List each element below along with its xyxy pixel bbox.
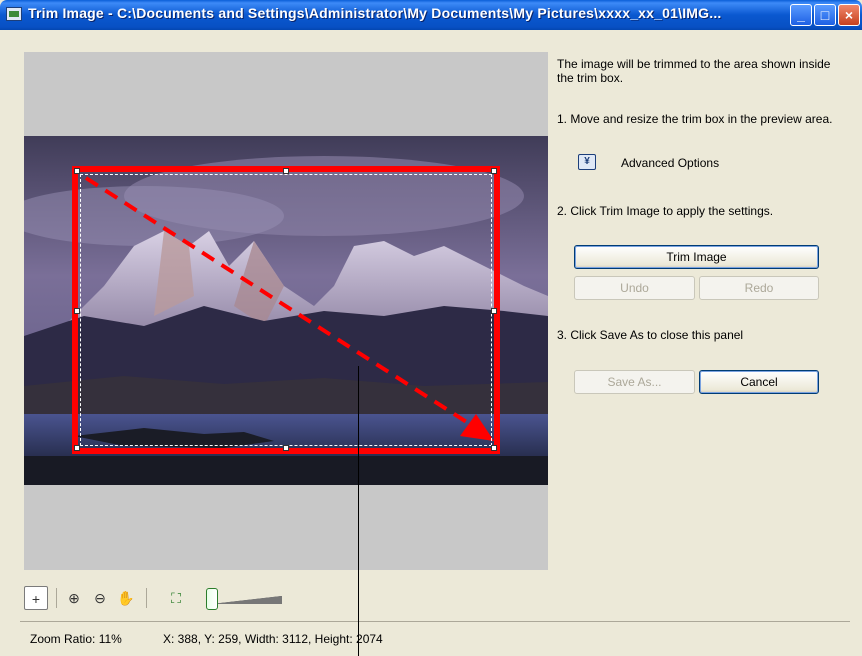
- trim-handle-right[interactable]: [491, 308, 497, 314]
- trim-handle-top-left[interactable]: [74, 168, 80, 174]
- trim-handle-top-right[interactable]: [491, 168, 497, 174]
- title-bar[interactable]: Trim Image - C:\Documents and Settings\A…: [0, 0, 862, 30]
- expand-chevron-icon[interactable]: ¥: [578, 154, 596, 170]
- hand-pan-icon[interactable]: ✋: [114, 586, 138, 610]
- selection-status: X: 388, Y: 259, Width: 3112, Height: 207…: [163, 632, 383, 646]
- trim-handle-bottom[interactable]: [283, 445, 289, 451]
- toolbar-separator: [146, 588, 147, 608]
- app-icon: [6, 7, 22, 21]
- redo-button[interactable]: Redo: [699, 276, 819, 300]
- preview-area[interactable]: [24, 52, 548, 570]
- zoom-slider-track[interactable]: [212, 596, 282, 604]
- callout-line: [358, 366, 359, 656]
- fit-to-window-icon[interactable]: ⛶: [164, 586, 188, 610]
- trim-tool-icon[interactable]: +: [24, 586, 48, 610]
- step2-text: 2. Click Trim Image to apply the setting…: [557, 204, 774, 218]
- zoom-in-icon[interactable]: ⊕: [62, 586, 86, 610]
- trim-box[interactable]: [72, 166, 500, 454]
- trim-image-button[interactable]: Trim Image: [574, 245, 819, 269]
- trim-handle-bottom-left[interactable]: [74, 445, 80, 451]
- trim-handle-left[interactable]: [74, 308, 80, 314]
- close-button[interactable]: ×: [838, 4, 860, 26]
- undo-button[interactable]: Undo: [574, 276, 695, 300]
- save-as-button[interactable]: Save As...: [574, 370, 695, 394]
- trim-box-dashed-outline: [80, 174, 492, 446]
- cancel-button[interactable]: Cancel: [699, 370, 819, 394]
- minimize-button[interactable]: _: [790, 4, 812, 26]
- trim-handle-bottom-right[interactable]: [491, 445, 497, 451]
- window-title: Trim Image - C:\Documents and Settings\A…: [28, 5, 722, 21]
- zoom-out-icon[interactable]: ⊖: [88, 586, 112, 610]
- step1-text: 1. Move and resize the trim box in the p…: [557, 112, 833, 126]
- advanced-options-link[interactable]: Advanced Options: [621, 156, 719, 170]
- maximize-button[interactable]: □: [814, 4, 836, 26]
- intro-text: The image will be trimmed to the area sh…: [557, 57, 831, 85]
- zoom-ratio-status: Zoom Ratio: 11%: [30, 632, 122, 646]
- toolbar-separator: [56, 588, 57, 608]
- status-separator: [20, 621, 850, 622]
- trim-handle-top[interactable]: [283, 168, 289, 174]
- bottom-toolbar: + ⊕ ⊖ ✋ ⛶: [24, 586, 324, 614]
- zoom-slider-thumb[interactable]: [206, 588, 218, 610]
- step3-text: 3. Click Save As to close this panel: [557, 328, 744, 342]
